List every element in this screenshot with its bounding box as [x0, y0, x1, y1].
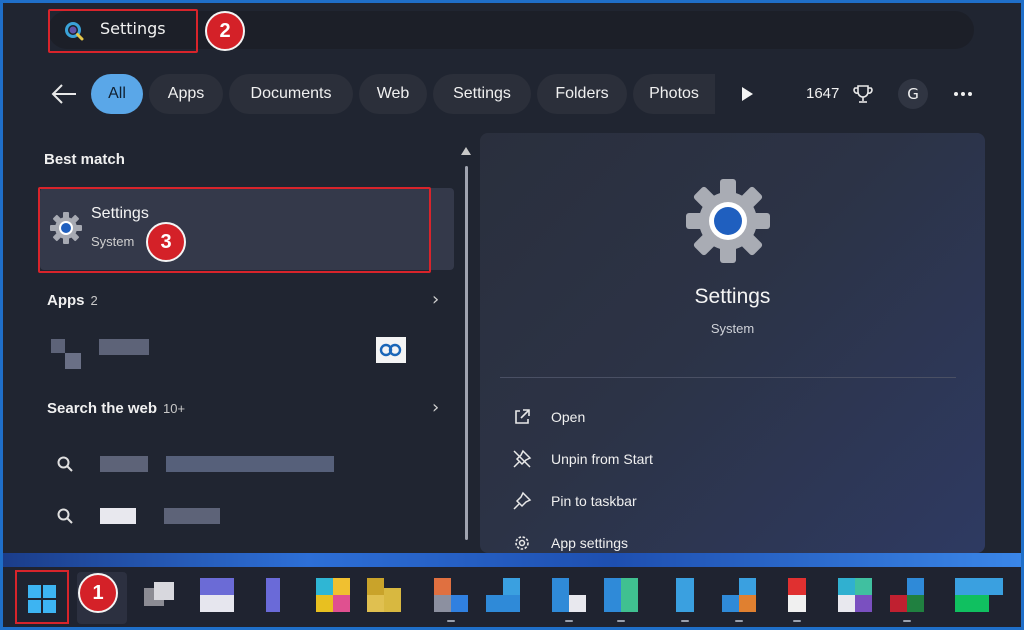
apps-heading-label: Apps: [47, 292, 85, 309]
apps-count: 2: [90, 293, 98, 308]
action-pin-label: Pin to taskbar: [551, 493, 637, 509]
action-unpin-label: Unpin from Start: [551, 451, 653, 467]
taskbar-app-icon[interactable]: [604, 578, 638, 612]
windows-logo-icon[interactable]: [27, 584, 57, 614]
web-result-blurred[interactable]: [100, 456, 148, 472]
trophy-icon[interactable]: [852, 83, 874, 105]
taskbar-app-icon[interactable]: [955, 578, 1003, 612]
apps-heading[interactable]: Apps 2: [47, 292, 98, 309]
taskbar-app-icon[interactable]: [142, 578, 176, 612]
app-result-logo: [376, 337, 406, 363]
taskbar-app-icon[interactable]: [486, 578, 520, 612]
taskbar-app-icon[interactable]: [668, 578, 702, 612]
search-web-heading-label: Search the web: [47, 400, 158, 417]
filter-chip-settings[interactable]: Settings: [433, 74, 531, 114]
filter-chip-web[interactable]: Web: [359, 74, 427, 114]
web-chevron-right-icon[interactable]: ›: [432, 397, 439, 418]
web-result-blurred-2[interactable]: [166, 456, 334, 472]
action-open-label: Open: [551, 409, 586, 425]
filter-chip-all[interactable]: All: [91, 74, 143, 114]
action-unpin-from-start[interactable]: Unpin from Start: [512, 447, 653, 471]
unpin-icon: [513, 449, 532, 468]
taskbar-running-indicator: [447, 620, 455, 622]
taskbar-running-indicator: [793, 620, 801, 622]
search-web-count: 10+: [163, 401, 186, 416]
search-icon: [65, 22, 84, 41]
action-app-settings-label: App settings: [551, 535, 629, 551]
app-result-icon-blurred: [51, 339, 65, 353]
scrollbar-thumb[interactable]: [465, 166, 468, 540]
app-result-icon-blurred-2: [65, 353, 81, 369]
app-result-name-blurred[interactable]: [99, 339, 149, 355]
gear-icon: [515, 536, 529, 550]
gear-icon: [686, 179, 770, 263]
best-match-highlight-box: [38, 187, 431, 273]
taskbar-app-icon[interactable]: [434, 578, 468, 612]
filter-chip-photos[interactable]: Photos: [633, 74, 715, 114]
filter-chip-folders[interactable]: Folders: [537, 74, 627, 114]
back-arrow-icon[interactable]: [50, 82, 78, 106]
search-input[interactable]: Settings: [100, 19, 166, 38]
avatar[interactable]: G: [898, 79, 928, 109]
action-pin-to-taskbar[interactable]: Pin to taskbar: [512, 489, 637, 513]
taskbar-app-icon[interactable]: [256, 578, 290, 612]
best-match-heading: Best match: [44, 151, 125, 168]
step-badge-2: 2: [205, 11, 245, 51]
preview-divider: [500, 377, 956, 378]
action-open[interactable]: Open: [512, 405, 585, 429]
taskbar-running-indicator: [565, 620, 573, 622]
pin-icon: [513, 491, 532, 510]
web-result-blurred-4[interactable]: [164, 508, 220, 524]
search-icon: [57, 508, 73, 524]
more-dots-icon[interactable]: [952, 85, 974, 103]
web-result-blurred-3[interactable]: [100, 508, 136, 524]
best-match-title: Settings: [91, 205, 149, 222]
preview-title: Settings: [694, 285, 771, 308]
rewards-points: 1647: [806, 85, 840, 102]
desktop-wallpaper-strip: [3, 553, 1021, 567]
search-web-heading[interactable]: Search the web 10+: [47, 400, 185, 417]
apps-chevron-right-icon[interactable]: ›: [432, 289, 439, 310]
taskbar-app-icon[interactable]: [838, 578, 872, 612]
best-match-subtitle: System: [91, 234, 135, 249]
filter-chip-documents[interactable]: Documents: [229, 74, 353, 114]
taskbar-running-indicator: [617, 620, 625, 622]
action-app-settings[interactable]: App settings: [512, 531, 628, 555]
play-triangle-icon[interactable]: [739, 86, 755, 102]
filter-chip-apps[interactable]: Apps: [149, 74, 223, 114]
open-external-icon: [515, 409, 530, 424]
taskbar-app-icon[interactable]: [200, 578, 234, 612]
taskbar-app-icon[interactable]: [316, 578, 350, 612]
logo-icon: [379, 343, 402, 357]
taskbar-running-indicator: [903, 620, 911, 622]
gear-icon: [50, 212, 82, 244]
taskbar-app-icon[interactable]: [890, 578, 924, 612]
taskbar-app-icon[interactable]: [722, 578, 756, 612]
preview-subtitle: System: [710, 321, 755, 336]
taskbar-app-icon[interactable]: [367, 578, 401, 612]
search-icon: [57, 456, 73, 472]
step-badge-1: 1: [78, 573, 118, 613]
taskbar-running-indicator: [681, 620, 689, 622]
taskbar-app-icon[interactable]: [780, 578, 814, 612]
taskbar-running-indicator: [735, 620, 743, 622]
scroll-up-arrow-icon[interactable]: [460, 146, 472, 156]
step-badge-3: 3: [146, 222, 186, 262]
taskbar-app-icon[interactable]: [552, 578, 586, 612]
